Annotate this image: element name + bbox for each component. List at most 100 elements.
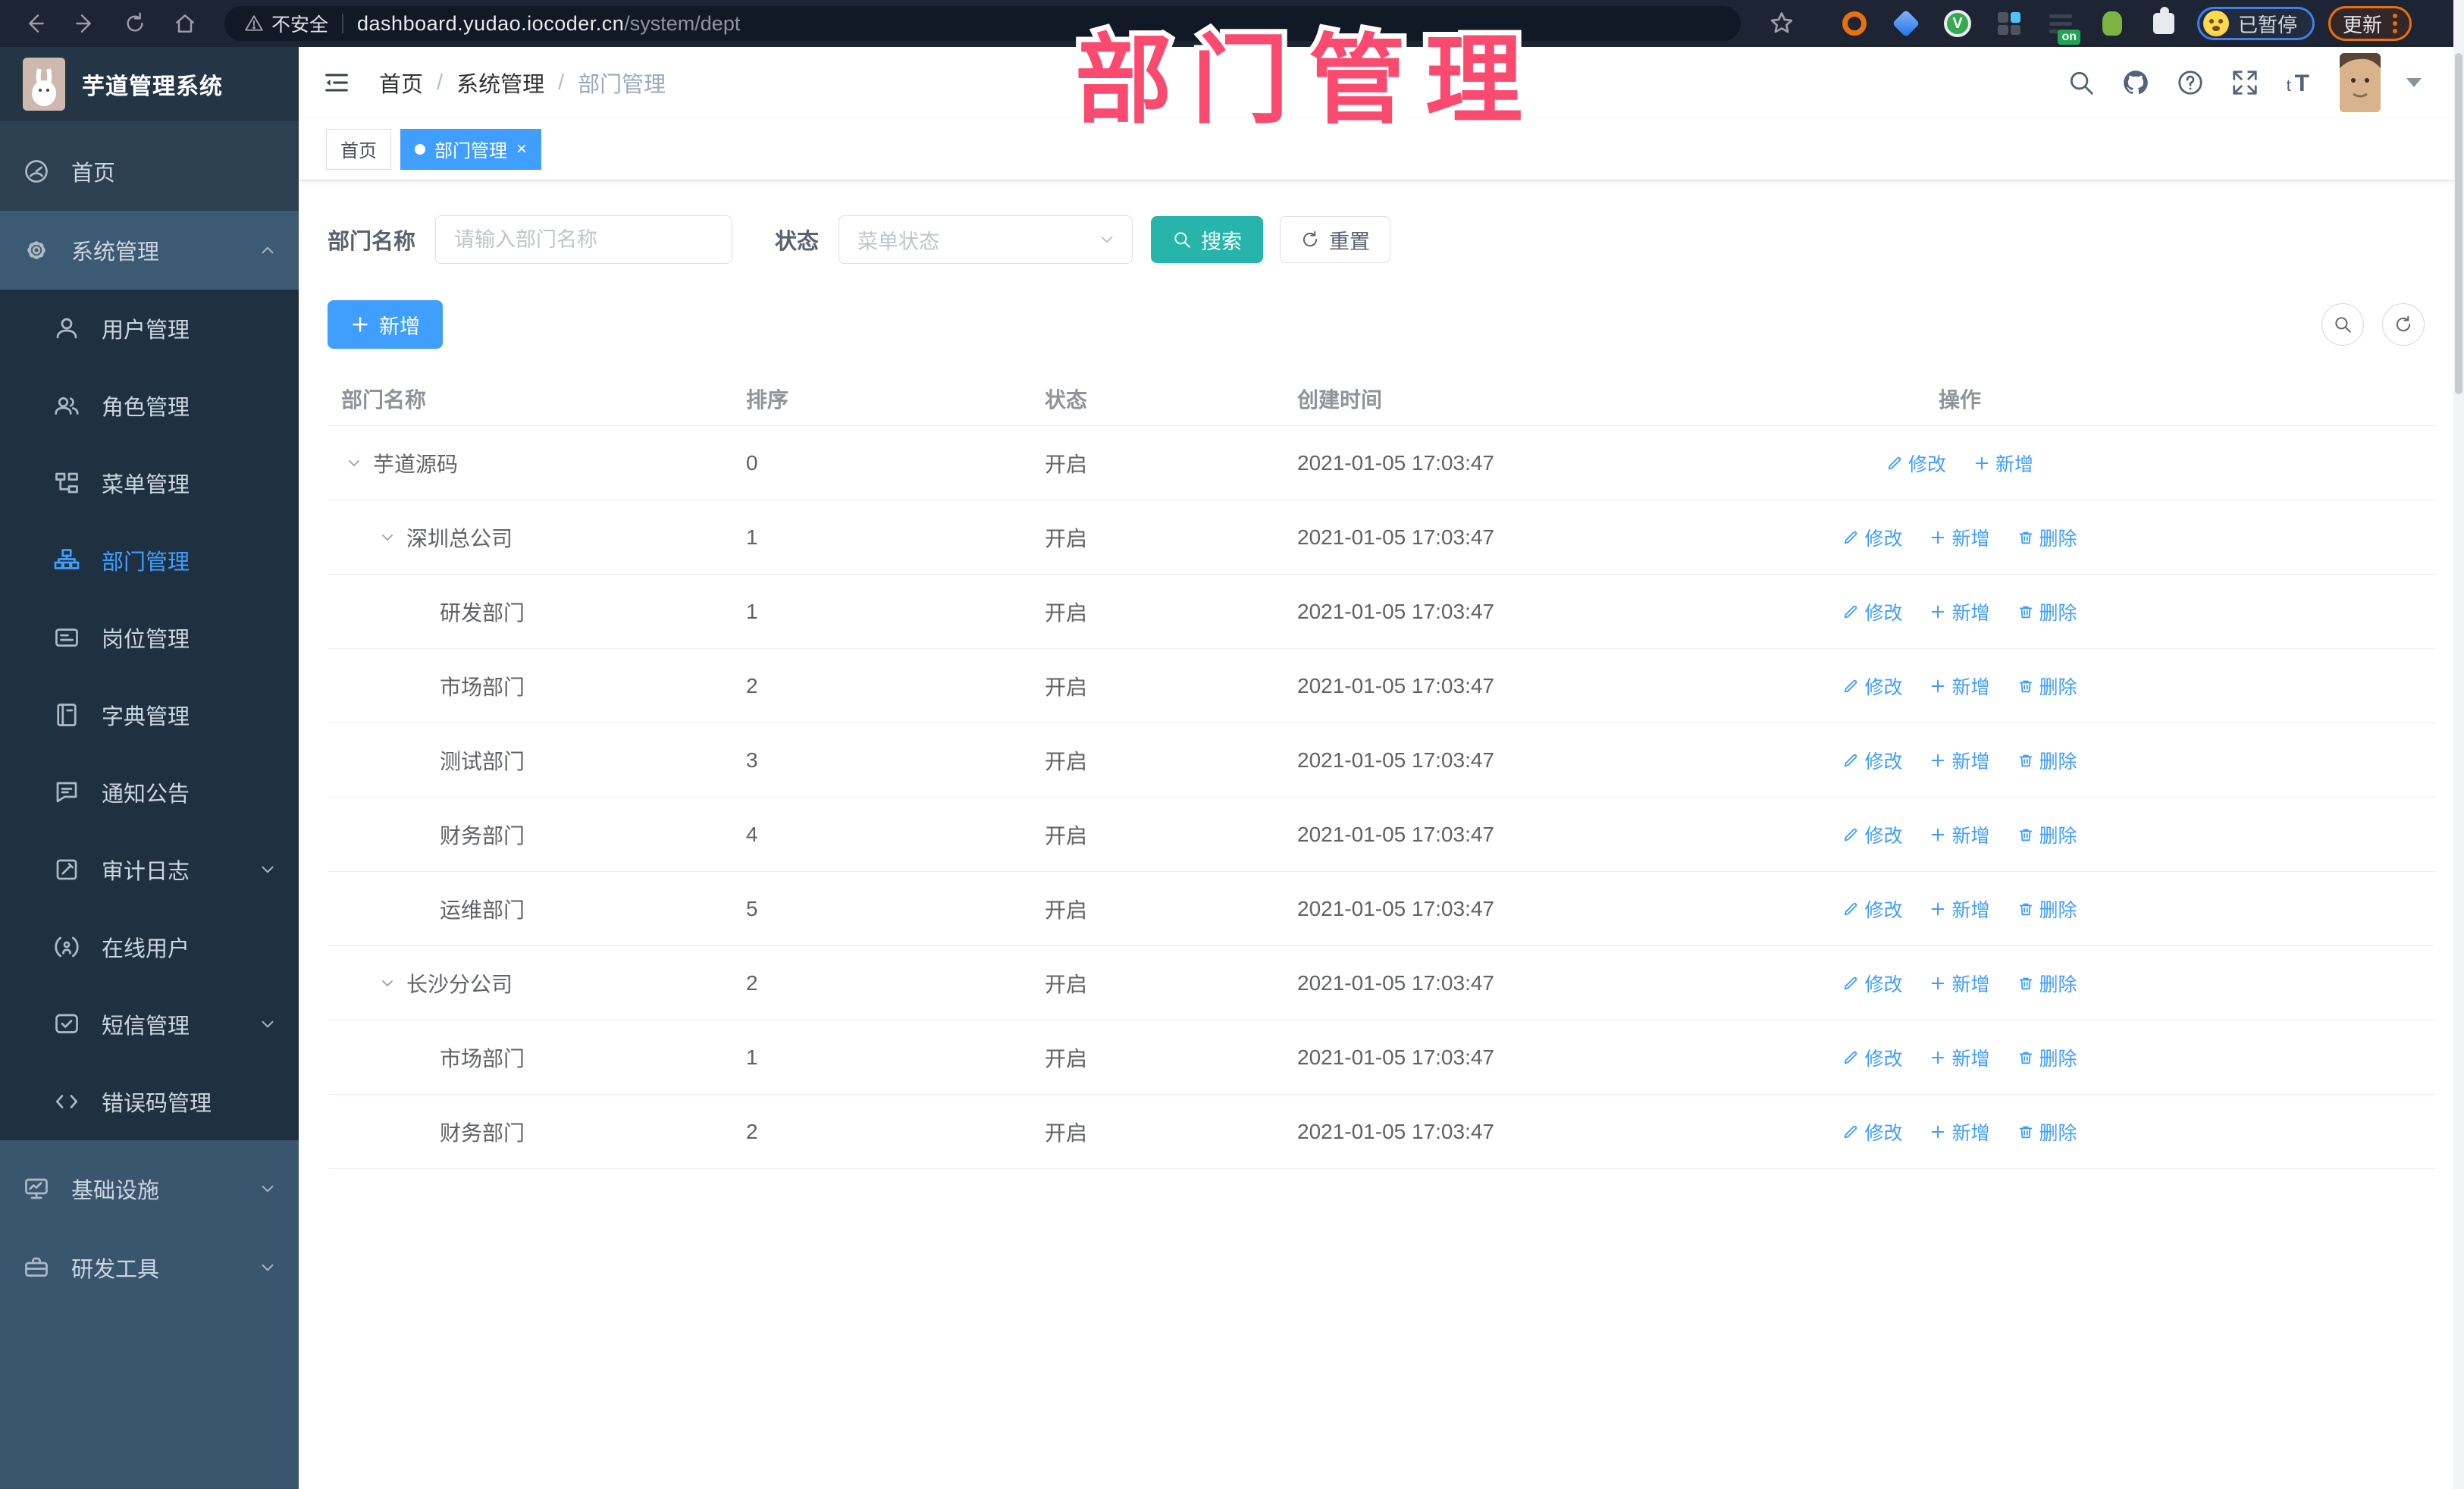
edit-action-link[interactable]: 修改 xyxy=(1842,895,1902,923)
scrollbar-thumb[interactable] xyxy=(2455,53,2462,394)
plus-action-link[interactable]: 新增 xyxy=(1930,524,1990,551)
delete-action-link[interactable]: 删除 xyxy=(2017,970,2077,997)
plus-action-link[interactable]: 新增 xyxy=(1930,970,1990,997)
expand-arrow-icon[interactable] xyxy=(341,454,367,472)
app-logo[interactable]: 芋道管理系统 xyxy=(0,47,299,121)
expand-arrow-icon[interactable] xyxy=(375,974,400,992)
browser-menu-icon[interactable] xyxy=(2393,14,2398,33)
browser-back-button[interactable] xyxy=(14,6,56,41)
delete-action-link[interactable]: 删除 xyxy=(2017,1044,2077,1071)
browser-profile-chip[interactable]: 已暂停 xyxy=(2197,7,2315,40)
extension-grid-icon[interactable] xyxy=(1992,7,2026,40)
header-search-icon[interactable] xyxy=(2067,68,2096,97)
table-row: 财务部门 2 开启 2021-01-05 17:03:47 修改 新增 删除 xyxy=(328,1095,2435,1169)
sidebar-top-section: 首页 xyxy=(0,121,299,211)
plus-action-link[interactable]: 新增 xyxy=(1930,821,1990,848)
edit-action-link[interactable]: 修改 xyxy=(1842,970,1902,997)
bookmark-star-icon[interactable] xyxy=(1760,6,1803,41)
refresh-table-button[interactable] xyxy=(2382,303,2425,346)
breadcrumb-item[interactable]: 系统管理 xyxy=(456,67,544,99)
action-label: 修改 xyxy=(1864,825,1903,847)
delete-action-link[interactable]: 删除 xyxy=(2017,1118,2077,1146)
browser-home-button[interactable] xyxy=(164,6,206,41)
reset-button[interactable]: 重置 xyxy=(1280,216,1391,263)
address-bar[interactable]: 不安全 dashboard.yudao.iocoder.cn /system/d… xyxy=(224,6,1741,41)
sidebar-item-home[interactable]: 首页 xyxy=(0,132,299,211)
delete-action-link[interactable]: 删除 xyxy=(2017,821,2077,848)
delete-action-link[interactable]: 删除 xyxy=(2017,524,2077,551)
edit-action-link[interactable]: 修改 xyxy=(1842,821,1902,848)
sidebar-item-dict[interactable]: 字典管理 xyxy=(0,676,299,754)
sidebar-item-menu[interactable]: 菜单管理 xyxy=(0,444,299,522)
fullscreen-icon[interactable] xyxy=(2230,68,2259,97)
browser-forward-button[interactable] xyxy=(64,6,106,41)
edit-action-link[interactable]: 修改 xyxy=(1842,672,1902,700)
search-button[interactable]: 搜索 xyxy=(1151,216,1264,263)
expand-arrow-icon[interactable] xyxy=(375,528,400,547)
browser-reload-button[interactable] xyxy=(114,6,156,41)
cell-actions: 修改 新增 删除 xyxy=(1729,524,2191,551)
delete-action-link[interactable]: 删除 xyxy=(2017,747,2077,774)
plus-action-link[interactable]: 新增 xyxy=(1930,672,1990,700)
tab-dept[interactable]: 部门管理 × xyxy=(400,128,542,170)
delete-action-link[interactable]: 删除 xyxy=(2017,895,2077,923)
sidebar-item-audit[interactable]: 审计日志 xyxy=(0,831,299,908)
plus-action-link[interactable]: 新增 xyxy=(1930,895,1990,923)
dict-icon xyxy=(53,701,80,729)
sidebar-item-online[interactable]: 在线用户 xyxy=(0,908,299,986)
plus-action-link[interactable]: 新增 xyxy=(1930,598,1990,625)
sidebar-item-user[interactable]: 用户管理 xyxy=(0,290,299,367)
sidebar-item-infra[interactable]: 基础设施 xyxy=(0,1149,299,1228)
sidebar-item-sms[interactable]: 短信管理 xyxy=(0,986,299,1063)
sidebar-item-notice[interactable]: 通知公告 xyxy=(0,754,299,831)
browser-update-button[interactable]: 更新 xyxy=(2328,6,2412,41)
edit-action-link[interactable]: 修改 xyxy=(1842,1044,1902,1071)
plus-action-link[interactable]: 新增 xyxy=(1973,450,2033,477)
sidebar-item-label: 研发工具 xyxy=(71,1258,160,1282)
edit-action-link[interactable]: 修改 xyxy=(1842,1118,1902,1146)
extension-orange-ring-icon[interactable] xyxy=(1838,7,1871,40)
security-warning[interactable]: 不安全 xyxy=(244,10,328,37)
plus-action-link[interactable]: 新增 xyxy=(1930,1044,1990,1071)
dept-name-input[interactable] xyxy=(435,215,733,264)
user-avatar[interactable] xyxy=(2340,53,2381,112)
edit-action-link[interactable]: 修改 xyxy=(1842,747,1902,774)
hamburger-icon[interactable] xyxy=(321,67,352,98)
extension-toolbar: V on xyxy=(1838,7,2180,45)
extension-blue-gem-icon[interactable] xyxy=(1889,7,1923,40)
delete-action-link[interactable]: 删除 xyxy=(2017,598,2077,625)
sidebar-item-dept[interactable]: 部门管理 xyxy=(0,522,299,599)
plus-action-link[interactable]: 新增 xyxy=(1930,747,1990,774)
action-label: 修改 xyxy=(1864,751,1903,773)
sidebar-item-devtool[interactable]: 研发工具 xyxy=(0,1228,299,1307)
status-select[interactable]: 菜单状态 xyxy=(839,215,1133,264)
toggle-search-button[interactable] xyxy=(2321,303,2364,346)
extension-figure-icon[interactable] xyxy=(2096,7,2129,40)
github-icon[interactable] xyxy=(2121,68,2150,97)
edit-action-link[interactable]: 修改 xyxy=(1886,450,1946,477)
edit-action-link[interactable]: 修改 xyxy=(1842,524,1902,551)
sidebar-item-errcode[interactable]: 错误码管理 xyxy=(0,1063,299,1140)
action-label: 修改 xyxy=(1908,453,1946,475)
add-button[interactable]: 新增 xyxy=(328,300,443,349)
tab-home[interactable]: 首页 xyxy=(326,128,391,170)
avatar-caret-down-icon[interactable] xyxy=(2406,78,2422,87)
sidebar-item-label: 字典管理 xyxy=(102,705,190,729)
tab-close-icon[interactable]: × xyxy=(516,139,527,158)
treetable-icon xyxy=(53,469,80,497)
sidebar-item-role[interactable]: 角色管理 xyxy=(0,367,299,444)
dept-table: 部门名称 排序 状态 创建时间 操作 芋道源码 0 开启 2021-01-05 17:… xyxy=(328,371,2435,1169)
font-size-icon[interactable] xyxy=(2285,68,2314,97)
extension-puzzle-icon[interactable] xyxy=(2147,7,2180,40)
extension-green-v-icon[interactable]: V xyxy=(1941,7,1974,40)
breadcrumb-item[interactable]: 首页 xyxy=(379,67,423,99)
table-row: 市场部门 2 开启 2021-01-05 17:03:47 修改 新增 删除 xyxy=(328,649,2435,723)
edit-action-link[interactable]: 修改 xyxy=(1842,598,1902,625)
delete-action-link[interactable]: 删除 xyxy=(2017,672,2077,700)
plus-action-link[interactable]: 新增 xyxy=(1930,1118,1990,1146)
sidebar-item-post[interactable]: 岗位管理 xyxy=(0,599,299,676)
help-icon[interactable] xyxy=(2176,68,2205,97)
sidebar-item-system[interactable]: 系统管理 xyxy=(0,211,299,290)
page-scrollbar[interactable] xyxy=(2453,0,2464,1489)
extension-list-icon[interactable]: on xyxy=(2044,7,2080,45)
